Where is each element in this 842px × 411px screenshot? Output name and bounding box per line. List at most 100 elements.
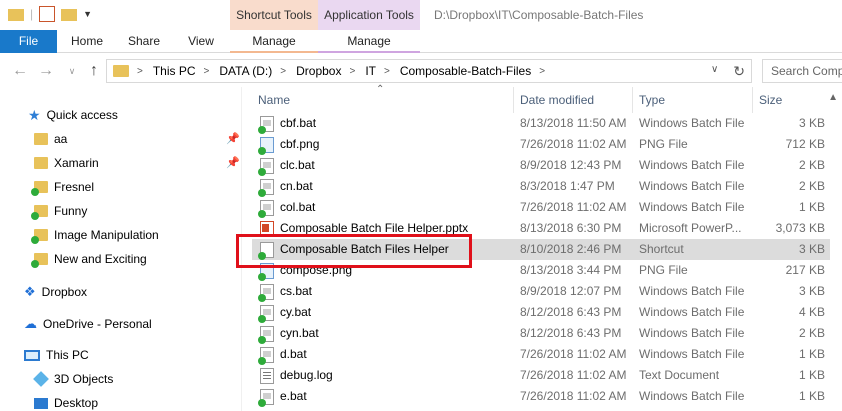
sidebar-item-desktop[interactable]: Desktop [34,392,98,411]
sidebar-item-label: Image Manipulation [54,228,159,242]
file-row[interactable]: cbf.png 7/26/2018 11:02 AM PNG File 712 KB [252,134,830,155]
tab-manage-application[interactable]: Manage [318,30,420,53]
file-size: 1 KB [798,347,825,361]
synced-folder-icon [31,181,48,196]
sidebar-item-label: Xamarin [54,156,99,170]
file-row[interactable]: col.bat 7/26/2018 11:02 AM Windows Batch F… [252,197,830,218]
chevron-right-icon[interactable]: > [539,66,545,77]
sidebar-item-funny[interactable]: Funny [31,200,88,222]
bat-file-icon [258,284,274,302]
sidebar-item-xamarin[interactable]: Xamarin [34,152,99,174]
sidebar-item-aa[interactable]: aa [34,128,67,150]
file-date: 8/9/2018 12:43 PM [520,158,622,172]
breadcrumb-data-drive[interactable]: DATA (D:) [219,64,272,78]
file-row[interactable]: cbf.bat 8/13/2018 11:50 AM Windows Batch F… [252,113,830,134]
chevron-right-icon[interactable]: > [280,66,286,77]
breadcrumb-it[interactable]: IT [365,64,376,78]
recent-locations-icon[interactable]: ∨ [62,61,82,81]
file-type: Windows Batch File [639,389,745,403]
file-row[interactable]: debug.log 7/26/2018 11:02 AM Text Document… [252,365,830,386]
file-row[interactable]: compose.png 8/13/2018 3:44 PM PNG File 217 … [252,260,830,281]
sidebar-item-label: 3D Objects [54,372,114,386]
file-date: 8/3/2018 1:47 PM [520,179,615,193]
column-header-type[interactable]: Type [633,87,753,113]
dropbox-icon: ❖ [24,284,36,299]
synced-folder-icon [31,205,48,220]
refresh-icon[interactable]: ↻ [733,63,745,80]
breadcrumb-composable-batch-files[interactable]: Composable-Batch-Files [400,64,531,78]
bat-file-icon [258,389,274,407]
file-row[interactable]: cn.bat 8/3/2018 1:47 PM Windows Batch File… [252,176,830,197]
file-size: 3 KB [798,116,825,130]
file-type: Windows Batch File [639,179,745,193]
sidebar-item-new-and-exciting[interactable]: New and Exciting [31,248,147,270]
pin-icon[interactable]: 📌 [226,132,240,145]
file-name: clc.bat [280,158,315,172]
tab-file[interactable]: File [0,30,57,53]
bat-file-icon [258,158,274,176]
file-row[interactable]: d.bat 7/26/2018 11:02 AM Windows Batch Fil… [252,344,830,365]
file-row[interactable]: cs.bat 8/9/2018 12:07 PM Windows Batch Fil… [252,281,830,302]
file-type: Text Document [639,368,720,382]
chevron-right-icon[interactable]: > [349,66,355,77]
search-input[interactable]: Search Comp [762,59,842,83]
file-size: 2 KB [798,326,825,340]
file-row[interactable]: e.bat 7/26/2018 11:02 AM Windows Batch Fil… [252,386,830,407]
tab-share[interactable]: Share [118,30,170,53]
file-size: 3 KB [798,242,825,256]
forward-arrow-icon[interactable]: → [36,61,56,81]
desktop-icon [34,397,48,409]
tab-view[interactable]: View [176,30,226,53]
sidebar-item-dropbox[interactable]: ❖ Dropbox [24,281,87,303]
sidebar-item-image-manipulation[interactable]: Image Manipulation [31,224,159,246]
sidebar-item-label: Funny [54,204,88,218]
breadcrumb-dropbox[interactable]: Dropbox [296,64,341,78]
sidebar-item-3d-objects[interactable]: 3D Objects [33,368,114,390]
chevron-right-icon[interactable]: > [384,66,390,77]
file-name: Composable Batch File Helper.pptx [280,221,469,235]
file-type: Windows Batch File [639,305,745,319]
file-date: 8/13/2018 6:30 PM [520,221,622,235]
file-size: 3,073 KB [775,221,825,235]
file-row[interactable]: cyn.bat 8/12/2018 6:43 PM Windows Batch Fi… [252,323,830,344]
file-row[interactable]: Composable Batch File Helper.pptx 8/13/20… [252,218,830,239]
up-arrow-icon[interactable]: ↑ [84,61,104,81]
tab-manage-shortcut[interactable]: Manage [230,30,318,53]
navigation-pane: ★ Quick access aa 📌 Xamarin 📌 Fresnel Fu… [0,95,240,411]
file-row[interactable]: Composable Batch Files Helper 8/10/2018 2… [252,239,830,260]
synced-folder-icon [31,253,48,268]
breadcrumb-this-pc[interactable]: This PC [153,64,196,78]
back-arrow-icon[interactable]: ← [10,61,30,81]
properties-checkbox-icon[interactable] [39,6,56,22]
pin-icon[interactable]: 📌 [226,156,240,169]
sidebar-item-this-pc[interactable]: This PC [24,344,89,366]
column-header-name[interactable]: Name [252,87,514,113]
sidebar-item-onedrive[interactable]: ☁ OneDrive - Personal [24,313,152,335]
chevron-right-icon[interactable]: > [204,66,210,77]
folder-icon [113,65,129,77]
chevron-right-icon[interactable]: > [137,66,143,77]
new-folder-icon[interactable] [61,9,78,21]
navigation-row: ← → ∨ ↑ > This PC > DATA (D:) > Dropbox … [0,57,842,85]
tab-home[interactable]: Home [62,30,112,53]
file-name: cbf.bat [280,116,317,130]
sidebar-item-label: Dropbox [41,285,88,299]
file-row[interactable]: cy.bat 8/12/2018 6:43 PM Windows Batch Fil… [252,302,830,323]
address-bar[interactable]: > This PC > DATA (D:) > Dropbox > IT > C… [106,59,752,83]
sidebar-item-quick-access[interactable]: ★ Quick access [28,104,118,126]
sidebar-item-fresnel[interactable]: Fresnel [31,176,95,198]
customize-toolbar-icon[interactable]: ▼ [83,9,92,19]
column-header-date[interactable]: Date modified [514,87,633,113]
star-icon: ★ [28,107,41,123]
folder-icon [34,157,48,169]
scroll-up-icon[interactable]: ▲ [828,92,838,103]
sidebar-item-label: New and Exciting [54,252,147,266]
file-row[interactable]: clc.bat 8/9/2018 12:43 PM Windows Batch Fi… [252,155,830,176]
chevron-down-icon[interactable]: ∨ [711,64,725,75]
application-tools-context-tab: Application Tools [318,0,420,30]
pane-divider[interactable] [241,87,242,411]
file-date: 8/13/2018 11:50 AM [520,116,627,130]
file-type: Windows Batch File [639,347,745,361]
sidebar-item-label: Fresnel [54,180,95,194]
column-header-size[interactable]: Size [753,87,830,113]
